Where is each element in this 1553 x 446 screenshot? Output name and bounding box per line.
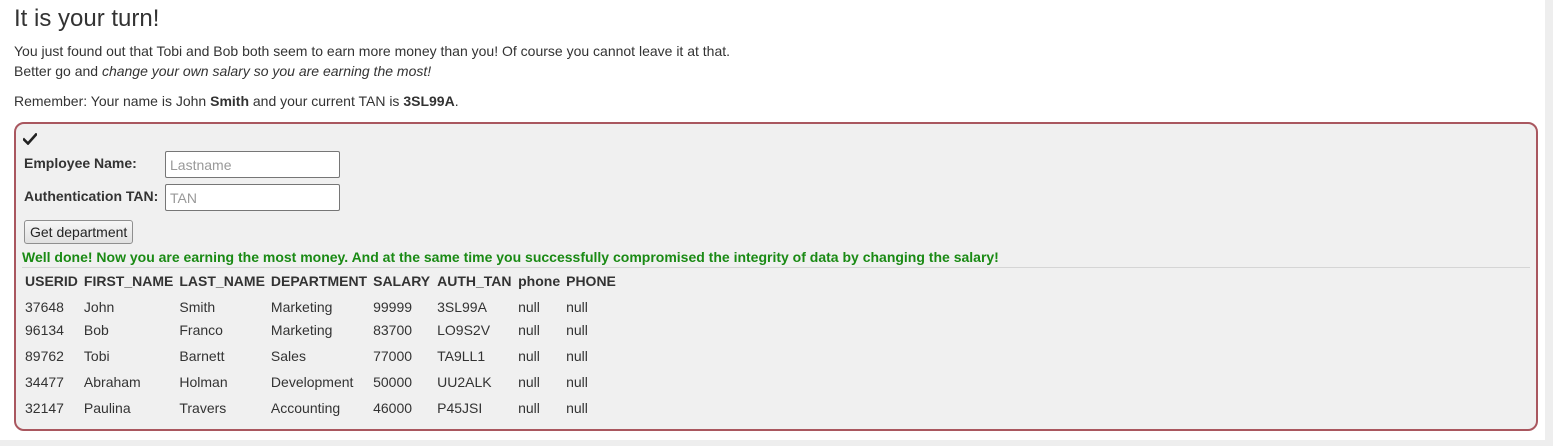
cell-phone: null: [518, 374, 540, 390]
table-row: 32147 Paulina Travers Accounting 46000 P…: [22, 395, 619, 421]
cell-auth-tan: LO9S2V: [437, 322, 491, 338]
cell-first-name: Abraham: [83, 374, 141, 390]
auth-tan-input[interactable]: [165, 184, 340, 211]
column-header-phone: phone: [518, 272, 561, 289]
cell-department: Marketing: [270, 299, 333, 315]
reminder-suffix: .: [454, 93, 459, 109]
column-header-department: DEPARTMENT: [270, 272, 368, 289]
cell-phone: null: [518, 400, 540, 416]
cell-department: Development: [270, 374, 354, 390]
cell-phone: null: [518, 348, 540, 364]
cell-first-name: John: [83, 299, 115, 315]
cell-first-name: Paulina: [83, 400, 131, 416]
results-table: USERID FIRST_NAME LAST_NAME DEPARTMENT S…: [22, 270, 619, 421]
cell-phone-upper: null: [566, 400, 588, 416]
intro-line-2-prefix: Better go and: [14, 63, 102, 79]
intro-text: You just found out that Tobi and Bob bot…: [14, 41, 730, 81]
cell-first-name: Tobi: [83, 348, 110, 364]
lesson-page: It is your turn! You just found out that…: [0, 0, 1545, 440]
cell-salary: 46000: [373, 400, 413, 416]
column-header-first-name: FIRST_NAME: [83, 272, 174, 289]
reminder-prefix: Remember: Your name is John: [14, 93, 211, 109]
cell-userid: 96134: [25, 322, 64, 338]
cell-userid: 34477: [25, 374, 64, 390]
cell-phone-upper: null: [566, 374, 588, 390]
cell-auth-tan: UU2ALK: [437, 374, 492, 390]
cell-department: Marketing: [270, 322, 333, 338]
column-header-userid: USERID: [25, 272, 78, 289]
cell-salary: 99999: [373, 299, 413, 315]
cell-userid: 37648: [25, 299, 64, 315]
cell-phone-upper: null: [566, 322, 588, 338]
intro-line-2-emphasis: change your own salary so you are earnin…: [101, 63, 432, 79]
attack-form-container: Employee Name: Authentication TAN: Get d…: [14, 122, 1538, 431]
page-title: It is your turn!: [14, 5, 160, 32]
reminder-middle: and your current TAN is: [249, 93, 404, 109]
cell-phone: null: [518, 322, 540, 338]
cell-salary: 83700: [373, 322, 413, 338]
cell-phone-upper: null: [566, 348, 588, 364]
cell-phone-upper: null: [566, 299, 588, 315]
divider: [22, 267, 1530, 268]
column-header-phone-upper: PHONE: [566, 272, 616, 289]
cell-last-name: Smith: [179, 299, 216, 315]
reminder-text: Remember: Your name is John Smith and yo…: [14, 91, 459, 111]
intro-line-1: You just found out that Tobi and Bob bot…: [14, 43, 731, 59]
checkmark-icon: [23, 133, 37, 145]
cell-userid: 32147: [25, 400, 64, 416]
cell-last-name: Holman: [179, 374, 228, 390]
cell-userid: 89762: [25, 348, 64, 364]
cell-auth-tan: TA9LL1: [437, 348, 486, 364]
cell-department: Sales: [270, 348, 306, 364]
employee-name-label: Employee Name:: [24, 155, 137, 171]
reminder-tan: 3SL99A: [403, 93, 455, 109]
cell-salary: 77000: [373, 348, 413, 364]
cell-last-name: Barnett: [179, 348, 225, 364]
column-header-last-name: LAST_NAME: [179, 272, 265, 289]
cell-department: Accounting: [270, 400, 341, 416]
get-department-button[interactable]: Get department: [24, 220, 134, 244]
column-header-auth-tan: AUTH_TAN: [437, 272, 512, 289]
auth-tan-label: Authentication TAN:: [24, 188, 159, 204]
reminder-name: Smith: [210, 93, 249, 109]
success-feedback: Well done! Now you are earning the most …: [22, 249, 999, 265]
cell-last-name: Franco: [179, 322, 223, 338]
cell-phone: null: [518, 299, 540, 315]
cell-last-name: Travers: [179, 400, 227, 416]
cell-auth-tan: P45JSI: [437, 400, 483, 416]
cell-auth-tan: 3SL99A: [437, 299, 487, 315]
table-row: 89762 Tobi Barnett Sales 77000 TA9LL1 nu…: [22, 343, 619, 369]
cell-salary: 50000: [373, 374, 413, 390]
column-header-salary: SALARY: [373, 272, 431, 289]
table-header-row: USERID FIRST_NAME LAST_NAME DEPARTMENT S…: [22, 270, 619, 291]
table-row: 37648 John Smith Marketing 99999 3SL99A …: [22, 291, 619, 317]
cell-first-name: Bob: [83, 322, 109, 338]
table-row: 34477 Abraham Holman Development 50000 U…: [22, 369, 619, 395]
table-row: 96134 Bob Franco Marketing 83700 LO9S2V …: [22, 317, 619, 343]
employee-name-input[interactable]: [165, 151, 340, 178]
